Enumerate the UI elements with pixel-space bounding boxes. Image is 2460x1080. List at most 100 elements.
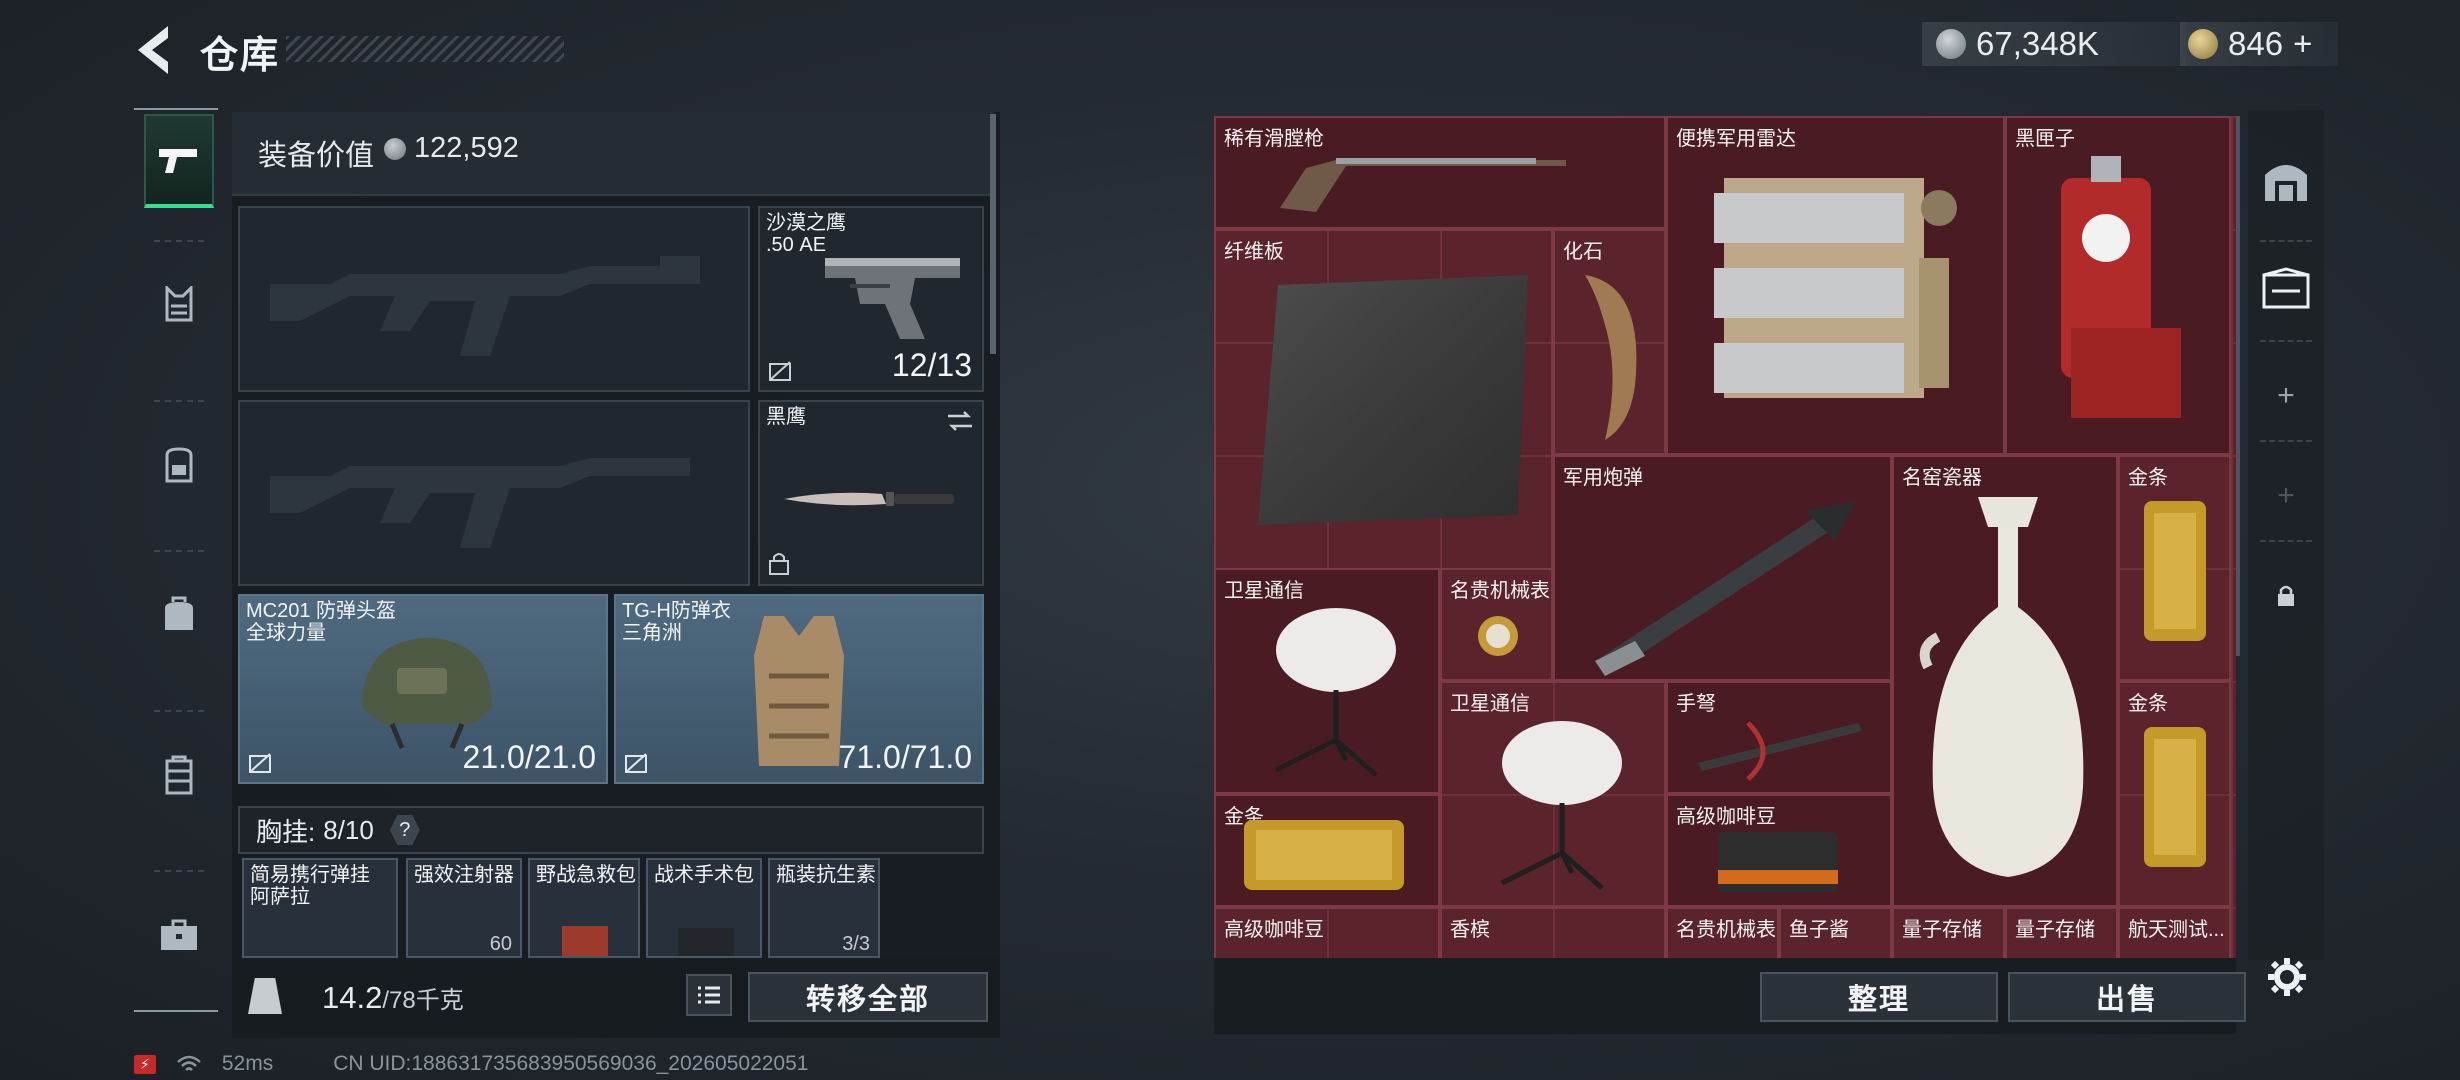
currency-primary[interactable]: 67,348K xyxy=(1922,22,2186,66)
storage-item[interactable]: 名窑瓷器 xyxy=(1892,455,2118,907)
storage-item[interactable]: 航天测试... xyxy=(2118,907,2231,958)
add-currency-button[interactable]: + xyxy=(2293,25,2312,63)
divider xyxy=(154,400,204,403)
warehouse-icon xyxy=(2265,165,2307,201)
swap-icon[interactable] xyxy=(946,410,974,432)
fiber-board-icon xyxy=(1258,275,1528,525)
primary-weapon-slot[interactable] xyxy=(238,206,750,392)
storage-item[interactable]: 军用炮弹 xyxy=(1553,455,1892,681)
add-storage-tab[interactable]: + xyxy=(2248,356,2324,436)
sell-button[interactable]: 出售 xyxy=(2008,972,2246,1022)
silver-coin-icon xyxy=(384,138,406,160)
watch-icon xyxy=(1478,616,1518,656)
storage-box-icon xyxy=(2262,267,2310,309)
carry-weight: 14.2/78千克 xyxy=(322,980,464,1015)
storage-item[interactable]: 量子存储 xyxy=(2005,907,2118,958)
wifi-icon xyxy=(177,1055,201,1071)
storage-grid: 稀有滑膛枪 便携军用雷达 黑匣子 纤维板 化石 军用炮弹 名窑瓷器 金条 卫星通… xyxy=(1214,116,2236,958)
storage-item[interactable]: 卫星通信 xyxy=(1214,568,1440,794)
tab-chest-rig[interactable] xyxy=(144,270,214,340)
back-arrow-icon[interactable] xyxy=(130,22,178,78)
storage-item[interactable]: 量子存储 xyxy=(1892,907,2005,958)
category-rail xyxy=(134,108,218,1012)
storage-item[interactable]: 金条 xyxy=(2118,681,2231,907)
toolbox-icon xyxy=(161,919,197,950)
case-icon xyxy=(165,755,193,795)
missile-icon xyxy=(1595,501,1855,676)
tab-toolbox[interactable] xyxy=(144,900,214,970)
organize-button[interactable]: 整理 xyxy=(1760,972,1998,1022)
storage-item[interactable]: 香槟 xyxy=(1440,907,1666,958)
bag-icon xyxy=(165,596,193,630)
melee-slot[interactable]: 黑鹰 xyxy=(758,400,984,586)
divider xyxy=(154,870,204,873)
locked-tab xyxy=(2248,556,2324,636)
rig-item[interactable]: 野战急救包 xyxy=(528,858,640,958)
transfer-all-button[interactable]: 转移全部 xyxy=(748,972,988,1022)
gold-bar-icon xyxy=(2144,501,2206,641)
satellite-dish-icon xyxy=(1274,608,1396,777)
storage-item[interactable]: 便携军用雷达 xyxy=(1666,116,2005,455)
tab-storage-main[interactable] xyxy=(2248,140,2324,220)
storage-item[interactable]: 名贵机械表 xyxy=(1666,907,1779,958)
tab-storage-2[interactable] xyxy=(2248,250,2324,330)
storage-item[interactable]: 名贵机械表 xyxy=(1440,568,1553,681)
gold-bar-icon xyxy=(1244,820,1404,890)
storage-item[interactable]: 卫星通信 xyxy=(1440,681,1666,907)
scrollbar[interactable] xyxy=(990,114,996,354)
chest-rig-header: 胸挂: 8/10 ? xyxy=(238,806,984,854)
tab-bag[interactable] xyxy=(144,580,214,650)
rifle-silhouette-icon xyxy=(270,458,690,548)
no-mod-icon xyxy=(625,753,647,773)
body-armor-slot[interactable]: TG-H防弹衣 三角洲 71.0/71.0 xyxy=(614,594,984,784)
rig-item[interactable]: 强效注射器 60 xyxy=(406,858,522,958)
storage-item[interactable]: 鱼子酱 xyxy=(1779,907,1892,958)
divider xyxy=(154,710,204,713)
add-storage-tab-locked: + xyxy=(2277,479,2295,512)
list-view-button[interactable] xyxy=(686,974,732,1016)
divider xyxy=(2260,340,2312,342)
storage-item[interactable]: 稀有滑膛枪 xyxy=(1214,116,1666,229)
rig-item[interactable]: 简易携行弹挂 阿萨拉 xyxy=(242,858,398,958)
equipment-value-label: 装备价值 xyxy=(258,140,375,172)
first-aid-kit-icon xyxy=(562,926,608,956)
storage-item[interactable]: 手弩 xyxy=(1666,681,1892,794)
pistol-slot[interactable]: 沙漠之鹰 .50 AE 12/13 xyxy=(758,206,984,392)
surgery-kit-icon xyxy=(678,928,734,956)
knife-icon xyxy=(784,492,954,506)
helmet-slot[interactable]: MC201 防弹头盔 全球力量 21.0/21.0 xyxy=(238,594,608,784)
porcelain-vase-icon xyxy=(1919,497,2084,877)
title-decoration xyxy=(286,36,564,62)
status-bar: ⚡ 52ms CN UID:188631735683950569036_2026… xyxy=(134,1052,808,1076)
battery-icon: ⚡ xyxy=(134,1054,156,1074)
satellite-dish-icon xyxy=(1500,721,1622,890)
lock-icon xyxy=(2278,585,2294,606)
storage-item[interactable]: 黑匣子 xyxy=(2005,116,2231,455)
storage-item[interactable]: 高级咖啡豆 xyxy=(1214,907,1440,958)
tab-case[interactable] xyxy=(144,740,214,810)
divider xyxy=(2260,440,2312,442)
storage-item[interactable]: 金条 xyxy=(1214,794,1440,907)
currency-secondary[interactable]: 846 + xyxy=(2180,22,2338,66)
settings-icon[interactable] xyxy=(2266,956,2308,998)
tab-weapons[interactable] xyxy=(144,114,214,208)
tab-backpack[interactable] xyxy=(144,430,214,500)
page-title: 仓库 xyxy=(200,35,281,77)
storage-item[interactable]: 化石 xyxy=(1553,229,1666,455)
lock-icon xyxy=(769,553,789,575)
musket-icon xyxy=(1280,158,1566,212)
black-box-icon xyxy=(2061,156,2181,418)
equipment-value: 122,592 xyxy=(414,132,519,164)
storage-scrollbar[interactable] xyxy=(2236,116,2240,656)
storage-tabs-rail: + + xyxy=(2248,110,2324,960)
storage-item[interactable]: 金条 xyxy=(2118,455,2231,681)
storage-item[interactable]: 高级咖啡豆 xyxy=(1666,794,1892,907)
secondary-weapon-slot[interactable] xyxy=(238,400,750,586)
help-button[interactable]: ? xyxy=(389,815,420,845)
rig-item[interactable]: 战术手术包 xyxy=(646,858,762,958)
divider xyxy=(2260,540,2312,542)
fossil-icon xyxy=(1585,275,1637,440)
rifle-silhouette-icon xyxy=(270,256,700,356)
rig-item[interactable]: 瓶装抗生素 3/3 xyxy=(768,858,880,958)
divider xyxy=(2260,240,2312,242)
